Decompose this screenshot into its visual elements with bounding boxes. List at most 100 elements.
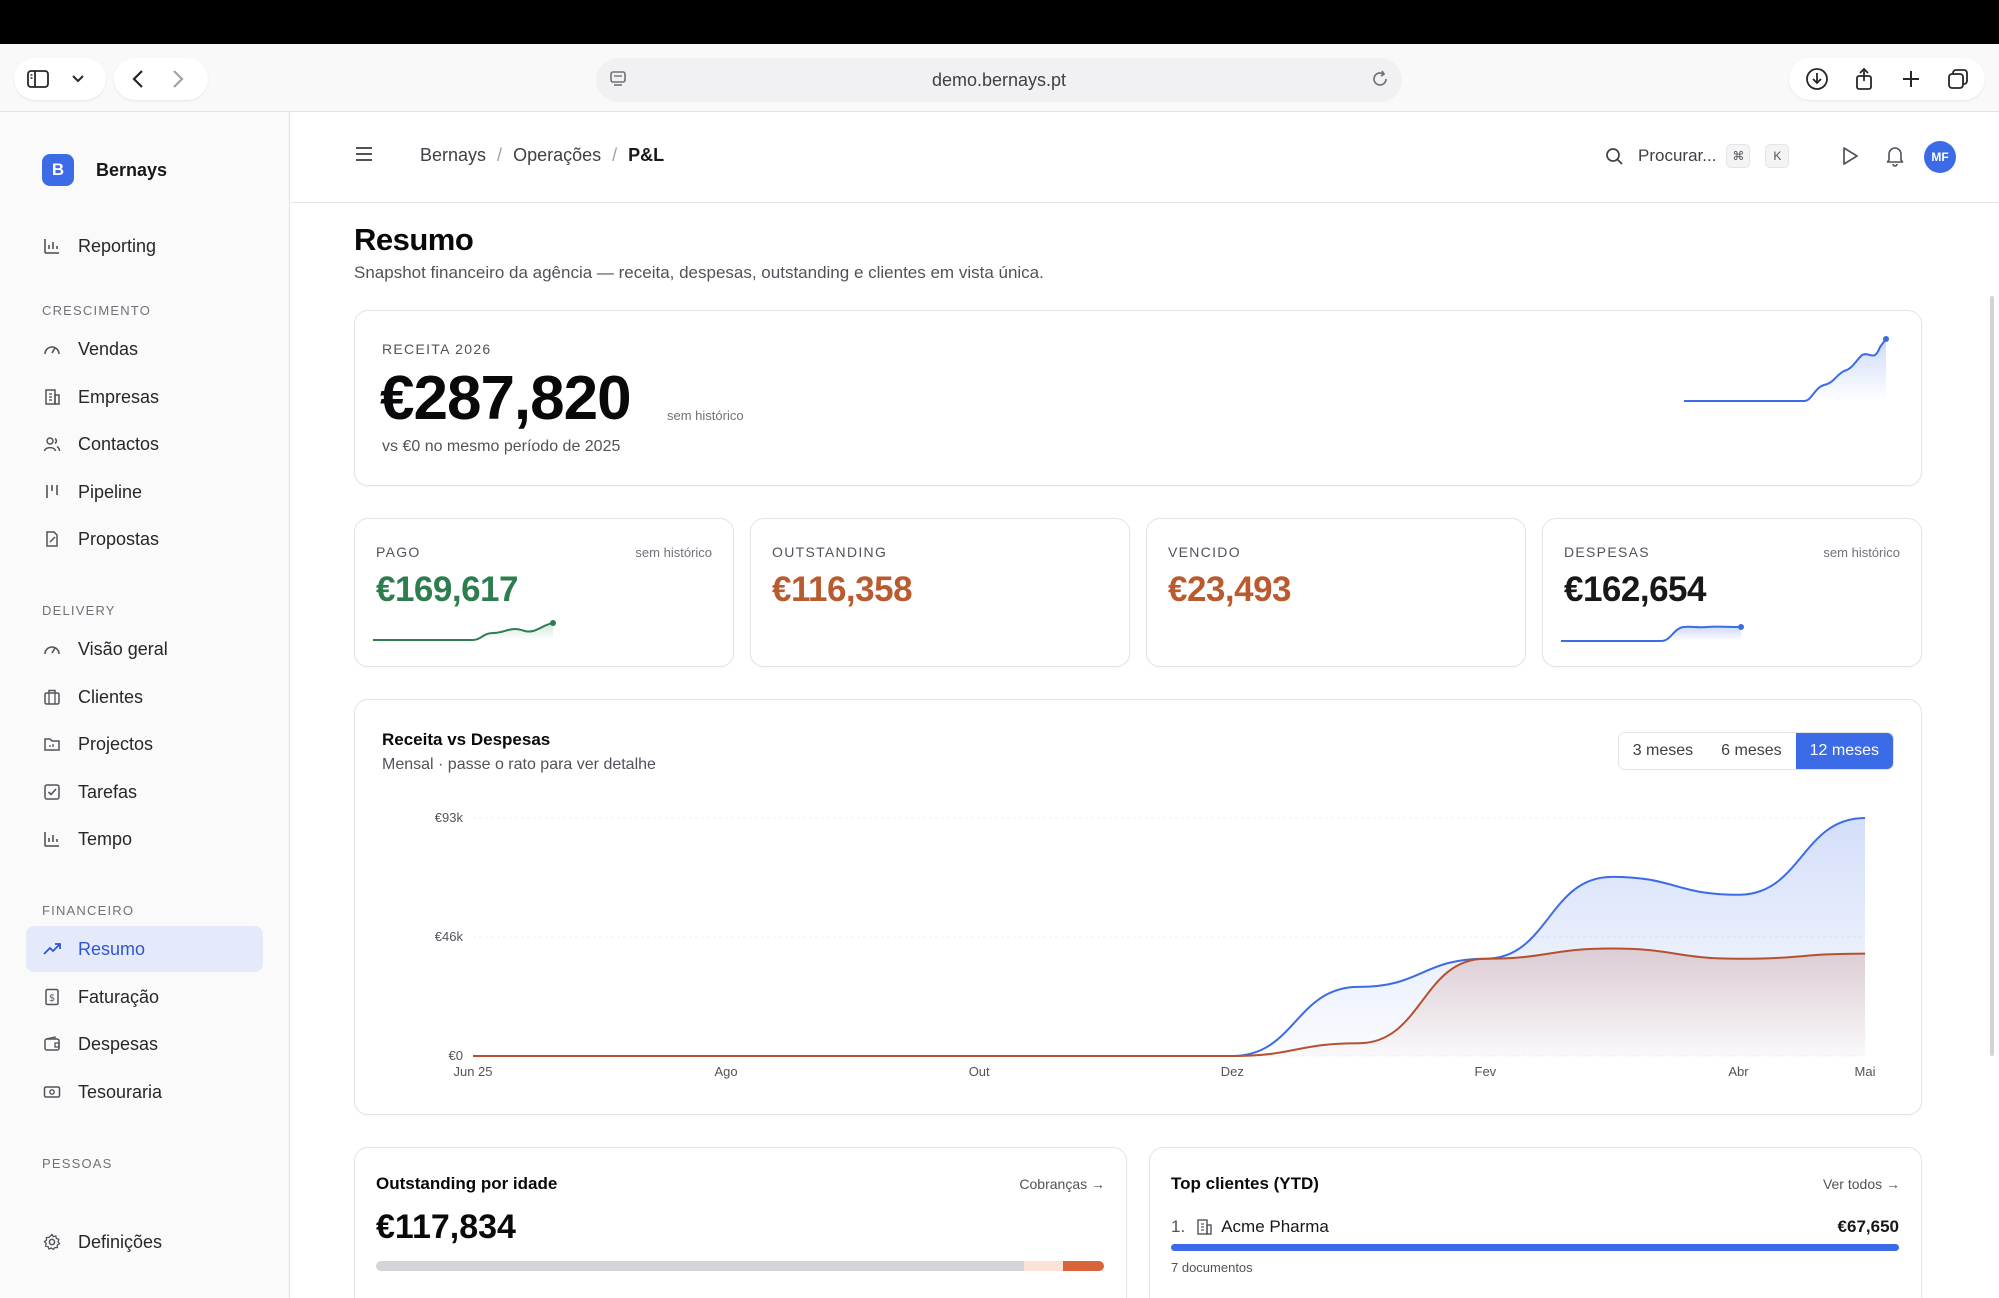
brand-logo: B: [42, 154, 74, 186]
brand[interactable]: B Bernays: [42, 154, 167, 186]
hero-sparkline: [1684, 336, 1889, 402]
os-top-bar: [0, 0, 1999, 44]
sidebar-item-label: Empresas: [78, 386, 160, 407]
sidebar-item-contactos[interactable]: Contactos: [26, 421, 263, 467]
url-text: demo.bernays.pt: [931, 69, 1067, 90]
brand-name: Bernays: [96, 159, 168, 180]
sidebar-item-tempo[interactable]: Tempo: [26, 816, 263, 862]
sidebar-item-despesas[interactable]: Despesas: [26, 1021, 263, 1067]
arrow-right-icon: →: [1091, 1176, 1105, 1192]
kpi-note: sem histórico: [635, 545, 712, 560]
link-label: Ver todos: [1822, 1176, 1883, 1192]
y-tick-label: €93k: [435, 810, 464, 825]
x-tick-label: Jun 25: [453, 1064, 492, 1079]
x-tick-label: Abr: [1728, 1064, 1749, 1079]
address-bar[interactable]: demo.bernays.pt: [596, 58, 1402, 102]
sidebar-item-label: Faturação: [78, 986, 160, 1007]
page-settings-icon[interactable]: [608, 69, 628, 94]
range-option-3m[interactable]: 3 meses: [1619, 733, 1707, 769]
cobrancas-link[interactable]: Cobranças →: [1019, 1176, 1105, 1192]
sidebar-item-faturacao[interactable]: $ Faturação: [26, 974, 263, 1020]
breadcrumb-item[interactable]: Bernays: [420, 145, 486, 166]
kpi-value: €23,493: [1168, 570, 1292, 609]
sidebar-item-visao-geral[interactable]: Visão geral: [26, 626, 263, 672]
sidebar-item-tarefas[interactable]: Tarefas: [26, 769, 263, 815]
back-icon[interactable]: [118, 59, 158, 99]
history-nav: [114, 58, 208, 100]
range-option-6m[interactable]: 6 meses: [1707, 733, 1795, 769]
menu-icon[interactable]: [355, 146, 373, 167]
forward-icon[interactable]: [158, 59, 198, 99]
ver-todos-link[interactable]: Ver todos →: [1823, 1176, 1900, 1192]
kpi-card-pago: PAGO sem histórico €169,617: [354, 518, 734, 667]
y-tick-label: €46k: [435, 929, 464, 944]
kpi-card-vencido: VENCIDO €23,493: [1146, 518, 1526, 667]
trending-up-icon: [42, 939, 62, 959]
sidebar-item-label: Visão geral: [78, 638, 168, 659]
x-tick-label: Dez: [1221, 1064, 1244, 1079]
sidebar-toggle-icon[interactable]: [18, 59, 58, 99]
sidebar-item-tesouraria[interactable]: Tesouraria: [26, 1069, 263, 1115]
gauge-icon: [42, 639, 62, 659]
sidebar-item-label: Definições: [78, 1231, 163, 1252]
section-title-financeiro: FINANCEIRO: [42, 903, 135, 918]
sidebar-item-resumo[interactable]: Resumo: [26, 926, 263, 972]
client-share-bar: [1171, 1244, 1899, 1251]
new-tab-icon[interactable]: [1887, 59, 1934, 99]
sidebar-item-label: Tarefas: [78, 781, 138, 802]
tabs-overview-icon[interactable]: [1934, 59, 1981, 99]
sidebar-item-definicoes[interactable]: Definições: [26, 1219, 263, 1265]
list-item[interactable]: 1. Acme Pharma €67,650: [1171, 1217, 1899, 1237]
sidebar-item-vendas[interactable]: Vendas: [26, 326, 263, 372]
browser-actions: [1789, 58, 1985, 100]
breadcrumb-separator: /: [497, 145, 503, 165]
sidebar-item-clientes[interactable]: Clientes: [26, 674, 263, 720]
wallet-icon: [42, 1034, 62, 1054]
kanban-icon: [42, 482, 62, 502]
sidebar-item-propostas[interactable]: Propostas: [26, 516, 263, 562]
gear-icon: [42, 1232, 62, 1252]
receipt-icon: $: [42, 987, 62, 1007]
kpi-note: sem histórico: [1823, 545, 1900, 560]
range-option-12m[interactable]: 12 meses: [1795, 733, 1893, 769]
x-tick-label: Ago: [715, 1064, 738, 1079]
sidebar-item-label: Projectos: [78, 733, 154, 754]
chevron-down-icon[interactable]: [58, 59, 98, 99]
sidebar-item-pipeline[interactable]: Pipeline: [26, 469, 263, 515]
building-icon: [42, 387, 62, 407]
sidebar: B Bernays Reporting CRESCIMENTO Vendas E…: [0, 112, 290, 1298]
share-icon[interactable]: [1840, 59, 1887, 99]
kpi-label: OUTSTANDING: [772, 544, 888, 560]
kpi-card-despesas: DESPESAS sem histórico €162,654: [1542, 518, 1922, 667]
scrollbar[interactable]: [1990, 296, 1994, 1056]
sidebar-toggle-group: [14, 58, 106, 100]
card-title: Top clientes (YTD): [1171, 1174, 1319, 1193]
briefcase-icon: [42, 687, 62, 707]
revenue-vs-expenses-card: €0 €46k €93k Jun 25 Ago Out Dez Fev Abr Mai Recei…: [354, 699, 1922, 1115]
kpi-sparkline: [373, 620, 556, 641]
aging-segment: [376, 1261, 1024, 1271]
top-clients-card: Top clientes (YTD) Ver todos → 1. Acme P…: [1149, 1147, 1922, 1298]
sidebar-item-empresas[interactable]: Empresas: [26, 374, 263, 420]
search-trigger[interactable]: Procurar... ⌘ K: [1605, 144, 1790, 168]
hero-value: €287,820: [380, 364, 632, 433]
section-title-delivery: DELIVERY: [42, 603, 116, 618]
download-icon[interactable]: [1793, 59, 1840, 99]
sidebar-item-label: Vendas: [78, 338, 139, 359]
bell-icon[interactable]: [1885, 145, 1905, 172]
play-icon[interactable]: [1840, 145, 1860, 172]
banknote-icon: [42, 1082, 62, 1102]
page-subtitle: Snapshot financeiro da agência — receita…: [354, 263, 1044, 282]
avatar[interactable]: MF: [1924, 141, 1956, 173]
kpi-card-outstanding: OUTSTANDING €116,358: [750, 518, 1130, 667]
sidebar-item-reporting[interactable]: Reporting: [26, 223, 263, 269]
client-value: €67,650: [1837, 1217, 1899, 1236]
aging-bar: [376, 1261, 1104, 1271]
sidebar-item-label: Tesouraria: [78, 1081, 163, 1102]
breadcrumb-item[interactable]: Operações: [513, 145, 601, 166]
x-tick-label: Out: [969, 1064, 990, 1079]
hero-label: RECEITA 2026: [382, 341, 492, 357]
sidebar-item-projectos[interactable]: Projectos: [26, 721, 263, 767]
sidebar-item-label: Resumo: [78, 938, 146, 959]
reload-icon[interactable]: [1370, 69, 1390, 94]
